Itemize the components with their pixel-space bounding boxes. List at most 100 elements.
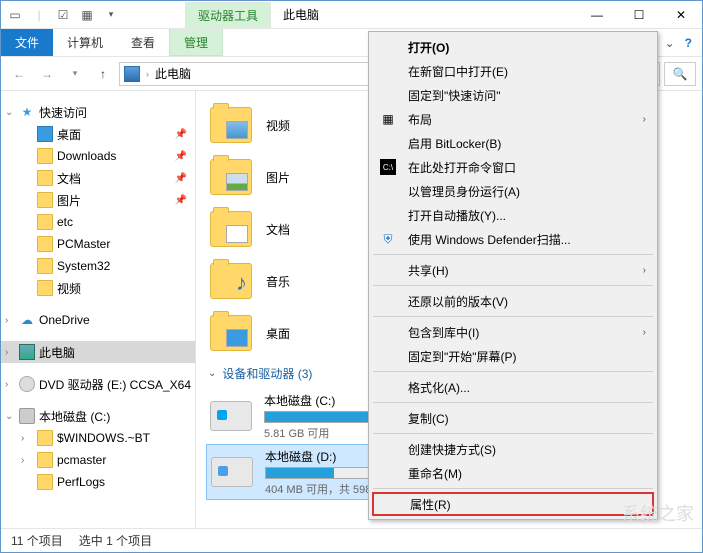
nav-quick-access[interactable]: ⌄★快速访问 bbox=[1, 101, 195, 123]
nav-windowsbt[interactable]: ›$WINDOWS.~BT bbox=[1, 427, 195, 449]
shield-icon: ⛨ bbox=[380, 231, 396, 247]
menu-separator bbox=[373, 433, 653, 434]
nav-this-pc[interactable]: ›此电脑 bbox=[1, 341, 195, 363]
nav-onedrive[interactable]: ›☁OneDrive bbox=[1, 309, 195, 331]
minimize-button[interactable]: — bbox=[576, 1, 618, 28]
menu-pin-quick[interactable]: 固定到"快速访问" bbox=[372, 83, 654, 107]
dvd-icon bbox=[19, 376, 35, 392]
tab-view[interactable]: 查看 bbox=[117, 29, 169, 56]
menu-format[interactable]: 格式化(A)... bbox=[372, 375, 654, 399]
folder-icon: ♪ bbox=[210, 263, 252, 299]
nav-documents[interactable]: 文档📌 bbox=[1, 167, 195, 189]
nav-pcmaster2[interactable]: ›pcmaster bbox=[1, 449, 195, 471]
qat-dropdown-icon[interactable]: ▾ bbox=[103, 7, 119, 23]
navigation-pane: ⌄★快速访问 桌面📌 Downloads📌 文档📌 图片📌 etc PCMast… bbox=[1, 91, 196, 528]
folder-icon bbox=[37, 474, 53, 490]
menu-include-library[interactable]: 包含到库中(I)› bbox=[372, 320, 654, 344]
address-text[interactable]: 此电脑 bbox=[155, 65, 191, 82]
menu-open[interactable]: 打开(O) bbox=[372, 35, 654, 59]
folder-icon bbox=[37, 258, 53, 274]
pin-icon: 📌 bbox=[175, 195, 187, 206]
menu-cmd-here[interactable]: C:\在此处打开命令窗口 bbox=[372, 155, 654, 179]
nav-pcmaster[interactable]: PCMaster bbox=[1, 233, 195, 255]
menu-separator bbox=[373, 371, 653, 372]
submenu-arrow-icon: › bbox=[643, 265, 646, 276]
menu-copy[interactable]: 复制(C) bbox=[372, 406, 654, 430]
nav-dvd[interactable]: ›DVD 驱动器 (E:) CCSA_X64 bbox=[1, 373, 195, 395]
forward-button: → bbox=[35, 62, 59, 86]
folder-icon bbox=[210, 315, 252, 351]
cmd-icon: C:\ bbox=[380, 159, 396, 175]
context-menu: 打开(O) 在新窗口中打开(E) 固定到"快速访问" ▦布局› 启用 BitLo… bbox=[368, 31, 658, 520]
status-item-count: 11 个项目 bbox=[11, 532, 63, 549]
drive-icon bbox=[19, 408, 35, 424]
back-button[interactable]: ← bbox=[7, 62, 31, 86]
status-selected-count: 选中 1 个项目 bbox=[79, 532, 152, 549]
nav-local-c[interactable]: ⌄本地磁盘 (C:) bbox=[1, 405, 195, 427]
tab-manage[interactable]: 管理 bbox=[169, 29, 223, 56]
ribbon-expand-icon[interactable]: ⌄ bbox=[665, 36, 675, 50]
menu-separator bbox=[373, 285, 653, 286]
menu-separator bbox=[373, 254, 653, 255]
menu-separator bbox=[373, 402, 653, 403]
desktop-icon bbox=[37, 126, 53, 142]
star-icon: ★ bbox=[19, 104, 35, 120]
nav-pictures[interactable]: 图片📌 bbox=[1, 189, 195, 211]
app-icon: ▭ bbox=[7, 7, 23, 23]
new-folder-icon[interactable]: ▦ bbox=[79, 7, 95, 23]
menu-autoplay[interactable]: 打开自动播放(Y)... bbox=[372, 203, 654, 227]
folder-icon bbox=[37, 148, 53, 164]
nav-perflogs[interactable]: PerfLogs bbox=[1, 471, 195, 493]
folder-icon bbox=[37, 214, 53, 230]
nav-system32[interactable]: System32 bbox=[1, 255, 195, 277]
menu-open-new-window[interactable]: 在新窗口中打开(E) bbox=[372, 59, 654, 83]
folder-icon bbox=[37, 170, 53, 186]
quick-access-toolbar: ▭ | ☑ ▦ ▾ bbox=[1, 7, 125, 23]
pin-icon: 📌 bbox=[175, 151, 187, 162]
qat-sep: | bbox=[31, 7, 47, 23]
nav-downloads[interactable]: Downloads📌 bbox=[1, 145, 195, 167]
menu-run-as-admin[interactable]: 以管理员身份运行(A) bbox=[372, 179, 654, 203]
folder-icon bbox=[37, 280, 53, 296]
maximize-button[interactable]: ☐ bbox=[618, 1, 660, 28]
menu-defender[interactable]: ⛨使用 Windows Defender扫描... bbox=[372, 227, 654, 251]
title-bar: ▭ | ☑ ▦ ▾ 驱动器工具 此电脑 — ☐ ✕ bbox=[1, 1, 702, 29]
pc-icon bbox=[19, 344, 35, 360]
menu-properties[interactable]: 属性(R) bbox=[372, 492, 654, 516]
chevron-down-icon: ⌄ bbox=[208, 368, 216, 379]
nav-video[interactable]: 视频 bbox=[1, 277, 195, 299]
window-controls: — ☐ ✕ bbox=[576, 1, 702, 28]
pin-icon: 📌 bbox=[175, 129, 187, 140]
title-text: 此电脑 bbox=[271, 2, 331, 28]
folder-icon bbox=[210, 107, 252, 143]
submenu-arrow-icon: › bbox=[643, 327, 646, 338]
pc-icon bbox=[124, 66, 140, 82]
folder-icon bbox=[37, 192, 53, 208]
folder-icon bbox=[210, 159, 252, 195]
search-icon: 🔍 bbox=[673, 67, 688, 81]
recent-dropdown[interactable]: ▾ bbox=[63, 62, 87, 86]
tab-file[interactable]: 文件 bbox=[1, 29, 53, 56]
menu-layout[interactable]: ▦布局› bbox=[372, 107, 654, 131]
nav-etc[interactable]: etc bbox=[1, 211, 195, 233]
drive-icon bbox=[211, 457, 253, 487]
contextual-tab-tools: 驱动器工具 bbox=[185, 2, 271, 28]
chevron-right-icon[interactable]: › bbox=[146, 69, 149, 79]
menu-create-shortcut[interactable]: 创建快捷方式(S) bbox=[372, 437, 654, 461]
up-button[interactable]: ↑ bbox=[91, 62, 115, 86]
menu-share[interactable]: 共享(H)› bbox=[372, 258, 654, 282]
onedrive-icon: ☁ bbox=[19, 312, 35, 328]
pin-icon: 📌 bbox=[175, 173, 187, 184]
menu-pin-start[interactable]: 固定到"开始"屏幕(P) bbox=[372, 344, 654, 368]
submenu-arrow-icon: › bbox=[643, 114, 646, 125]
tab-computer[interactable]: 计算机 bbox=[53, 29, 117, 56]
close-button[interactable]: ✕ bbox=[660, 1, 702, 28]
search-box[interactable]: 🔍 bbox=[664, 62, 696, 86]
properties-icon[interactable]: ☑ bbox=[55, 7, 71, 23]
menu-bitlocker[interactable]: 启用 BitLocker(B) bbox=[372, 131, 654, 155]
folder-icon bbox=[37, 452, 53, 468]
menu-rename[interactable]: 重命名(M) bbox=[372, 461, 654, 485]
menu-prev-versions[interactable]: 还原以前的版本(V) bbox=[372, 289, 654, 313]
nav-desktop[interactable]: 桌面📌 bbox=[1, 123, 195, 145]
help-icon[interactable]: ? bbox=[685, 36, 692, 50]
